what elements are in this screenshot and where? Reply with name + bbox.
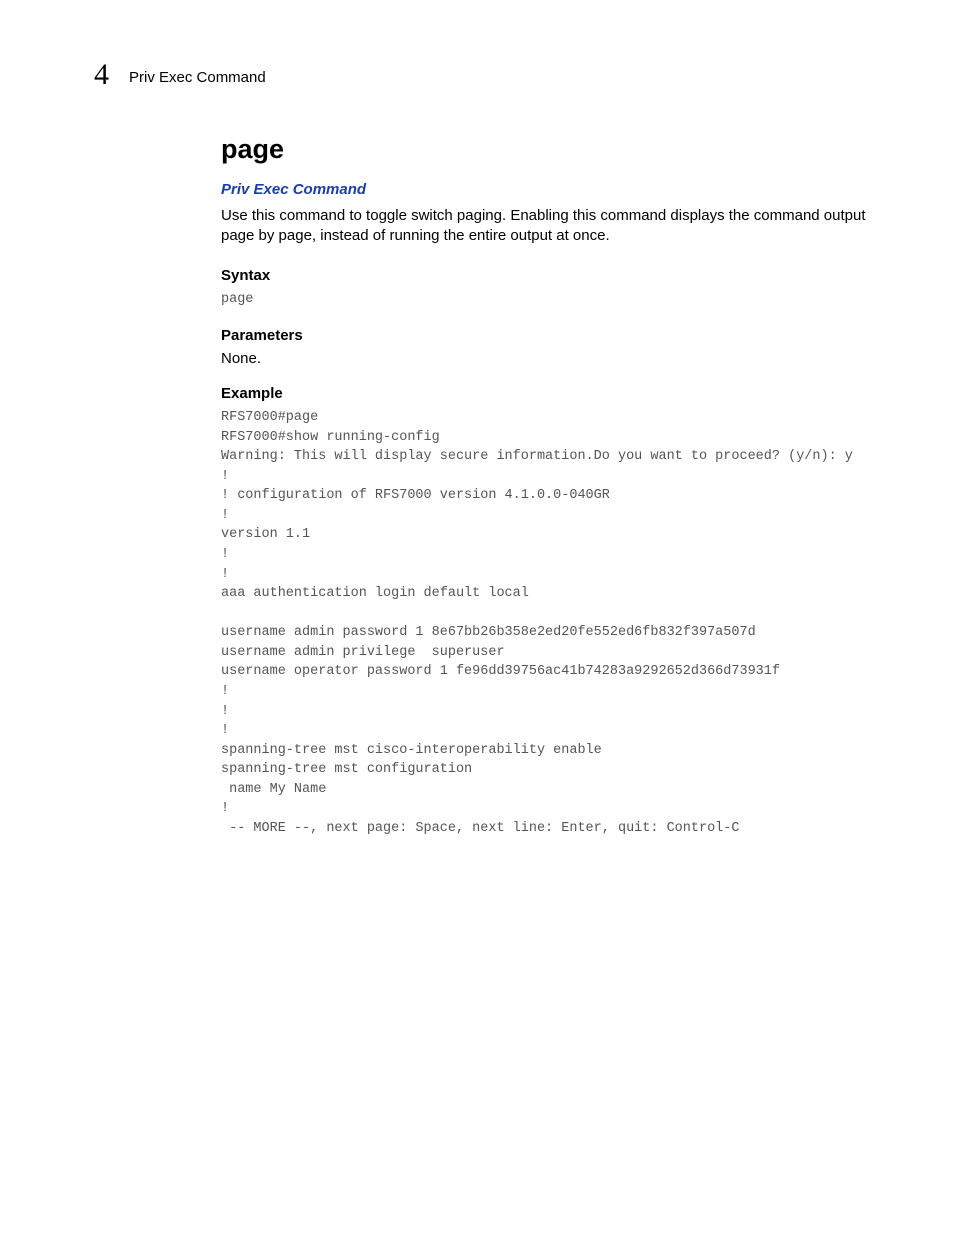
example-code-block: RFS7000#page RFS7000#show running-config…: [221, 408, 891, 838]
breadcrumb-link[interactable]: Priv Exec Command: [221, 181, 891, 198]
parameters-heading: Parameters: [221, 327, 891, 344]
parameters-text: None.: [221, 350, 891, 367]
page-header: 4 Priv Exec Command: [94, 58, 266, 92]
example-heading: Example: [221, 385, 891, 402]
main-content: page Priv Exec Command Use this command …: [221, 134, 891, 838]
chapter-number: 4: [94, 58, 109, 92]
description-paragraph: Use this command to toggle switch paging…: [221, 206, 891, 247]
running-header-title: Priv Exec Command: [129, 69, 266, 86]
page-container: 4 Priv Exec Command page Priv Exec Comma…: [0, 0, 954, 1235]
page-title: page: [221, 134, 891, 165]
syntax-heading: Syntax: [221, 267, 891, 284]
syntax-code: page: [221, 290, 891, 310]
